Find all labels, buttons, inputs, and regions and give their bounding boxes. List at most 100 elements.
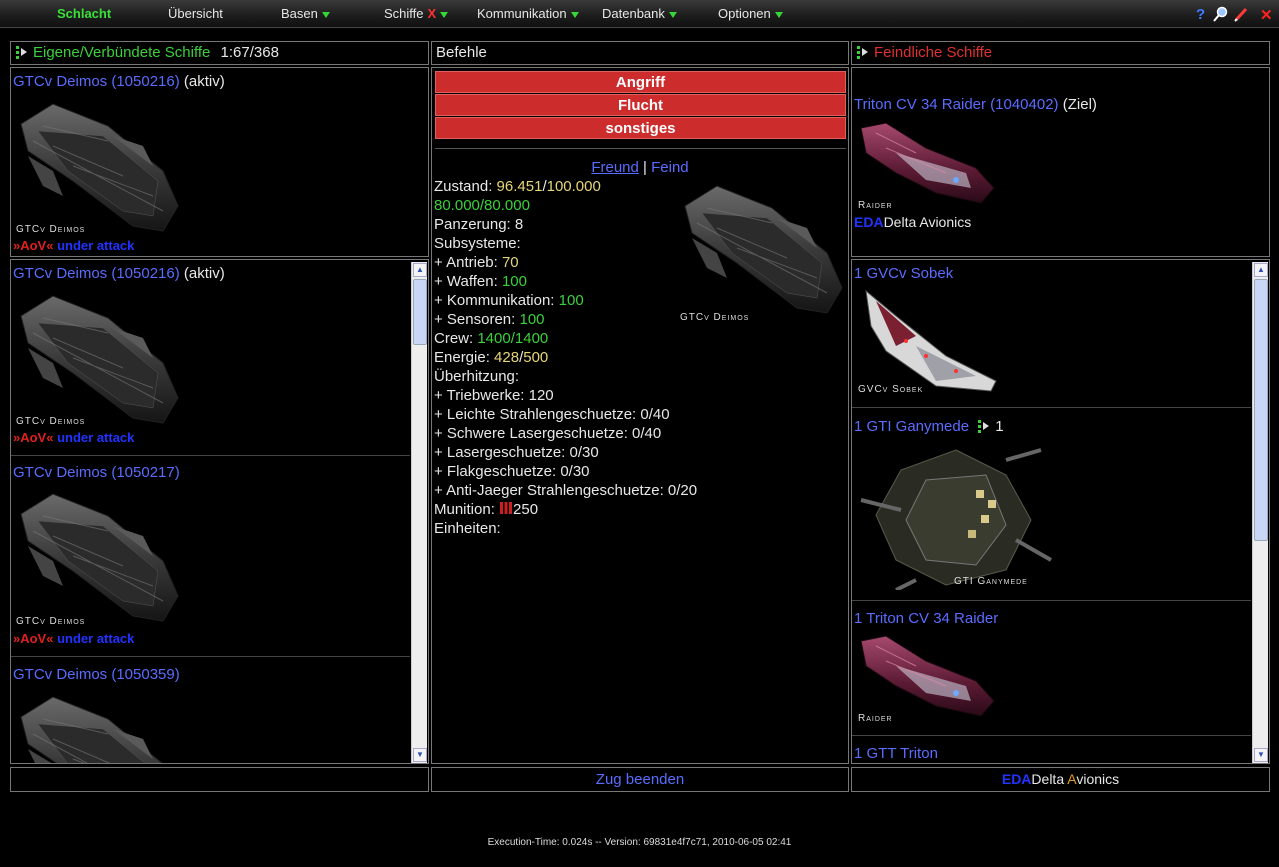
scroll-down-icon[interactable]: ▼ (413, 748, 427, 762)
ammo-icon (500, 502, 513, 514)
ship-link[interactable]: GTCv Deimos (1050217) (13, 464, 180, 481)
stat-value: 250 (513, 501, 539, 518)
stat-value: 96.451 (496, 178, 543, 195)
ship-caption: Raider (858, 200, 893, 211)
nav-datenbank[interactable]: Datenbank (602, 6, 677, 21)
scroll-up-icon[interactable]: ▲ (413, 263, 427, 277)
expand-arrow-icon[interactable] (856, 45, 870, 59)
alliance-tag: EDA (1001, 771, 1032, 787)
ship-link[interactable]: GTCv Deimos (1050359) (13, 666, 180, 683)
orders-panel: Angriff Flucht sonstiges Freund | Feind … (431, 67, 849, 764)
nav-schiffe[interactable]: Schiffe X (384, 6, 449, 21)
ship-link[interactable]: 1 GTI Ganymede (854, 418, 969, 435)
aov-tag: »AoV« (13, 631, 54, 646)
end-turn-link[interactable]: Zug beenden (596, 771, 684, 788)
ship-link[interactable]: 1 GVCv Sobek (854, 265, 953, 282)
aov-text: under attack (57, 238, 135, 253)
stat-label: + Antrieb: (434, 254, 498, 271)
ship-link[interactable]: GTCv Deimos (1050216) (13, 265, 180, 282)
active-ship-panel: GTCv Deimos (1050216) (aktiv) GTCv Deimo… (10, 67, 429, 257)
dropdown-arrow-icon (321, 11, 330, 18)
aov-text: under attack (57, 631, 135, 646)
aov-tag: »AoV« (13, 430, 54, 445)
dropdown-arrow-icon (570, 11, 579, 18)
stat-kommunikation: + Kommunikation: 100 (434, 292, 584, 309)
nav-schlacht[interactable]: Schlacht (57, 6, 111, 21)
top-navigation-bar: Schlacht Übersicht Basen Schiffe X Kommun… (0, 0, 1279, 28)
scroll-up-icon[interactable]: ▲ (1254, 263, 1268, 277)
ship-count: 1 (995, 418, 1004, 435)
ship-link[interactable]: 1 GTT Triton (854, 745, 938, 762)
dropdown-arrow-icon (440, 11, 449, 18)
scroll-thumb[interactable] (1254, 279, 1268, 541)
ship-caption: GTCv Deimos (16, 224, 86, 235)
ship-image (856, 440, 1056, 590)
expand-arrow-icon[interactable] (977, 419, 991, 433)
active-ship-status: (aktiv) (183, 73, 225, 90)
stat-value: 70 (501, 254, 519, 271)
enemy-list-scrollbar[interactable]: ▲ ▼ (1252, 262, 1268, 763)
list-item: GTCv Deimos (1050359) (11, 657, 428, 764)
aov-status: »AoV« under attack (13, 238, 134, 253)
own-ships-title: Eigene/Verbündete Schiffe (33, 44, 211, 61)
ship-image (13, 486, 183, 626)
stat-triebwerke: + Triebwerke: 120 (434, 387, 554, 404)
aov-text: under attack (57, 430, 135, 445)
enemy-ships-list[interactable]: 1 GVCv Sobek GVCv Sobek 1 GTI Ganymede 1… (851, 259, 1270, 764)
aov-tag: »AoV« (13, 238, 54, 253)
scroll-down-icon[interactable]: ▼ (1254, 748, 1268, 762)
own-list-scrollbar[interactable]: ▲ ▼ (411, 262, 427, 763)
alliance-name-rest: vionics (1076, 771, 1120, 787)
nav-optionen-label: Optionen (718, 6, 771, 21)
stat-panzerung: Panzerung: 8 (434, 216, 524, 233)
scroll-thumb[interactable] (413, 279, 427, 345)
logout-icon[interactable]: ✕ (1260, 6, 1273, 24)
ship-caption: Raider (858, 713, 893, 724)
search-icon[interactable] (1213, 6, 1229, 26)
ship-image (856, 631, 996, 721)
foe-link[interactable]: Feind (651, 159, 689, 176)
list-item: GTCv Deimos (1050216) (aktiv) GTCv Deimo… (11, 260, 428, 455)
alliance-tag: EDA (854, 214, 884, 230)
enemy-alliance-panel: EDADelta Avionics (851, 767, 1270, 792)
nav-basen[interactable]: Basen (281, 6, 330, 21)
own-ships-list[interactable]: GTCv Deimos (1050216) (aktiv) GTCv Deimo… (10, 259, 429, 764)
list-item: GTCv Deimos (1050217) GTCv Deimos »AoV« … (11, 456, 428, 656)
attack-button[interactable]: Angriff (435, 71, 846, 93)
help-icon[interactable]: ? (1196, 6, 1205, 23)
other-button[interactable]: sonstiges (435, 117, 846, 139)
nav-uebersicht[interactable]: Übersicht (168, 6, 223, 21)
ship-image (677, 178, 847, 318)
stat-crew: Crew: 1400/1400 (434, 330, 548, 347)
active-ship-link[interactable]: GTCv Deimos (1050216) (13, 73, 180, 90)
target-ship-link[interactable]: Triton CV 34 Raider (1040402) (854, 96, 1059, 113)
edit-icon[interactable] (1234, 6, 1248, 26)
schiffe-alert-icon: X (427, 6, 437, 21)
nav-schiffe-label: Schiffe (384, 6, 424, 21)
nav-datenbank-label: Datenbank (602, 6, 665, 21)
stat-waffen: + Waffen: 100 (434, 273, 527, 290)
expand-arrow-icon[interactable] (15, 45, 29, 59)
ship-caption: GTI Ganymede (954, 576, 1028, 587)
dropdown-arrow-icon (774, 11, 783, 18)
stat-flak: + Flakgeschuetze: 0/30 (434, 463, 590, 480)
ship-image (856, 286, 1006, 396)
target-ship-panel: Triton CV 34 Raider (1040402) (Ziel) Rai… (851, 67, 1270, 257)
flee-button[interactable]: Flucht (435, 94, 846, 116)
divider (435, 148, 846, 149)
stat-leichte: + Leichte Strahlengeschuetze: 0/40 (434, 406, 670, 423)
orders-header: Befehle (431, 41, 849, 65)
alliance-label[interactable]: EDADelta Avionics (854, 214, 971, 230)
stat-value: 428 (494, 349, 520, 366)
list-item: 1 GTT Triton (852, 736, 1269, 763)
stat-einheiten: Einheiten: (434, 520, 501, 537)
nav-kommunikation[interactable]: Kommunikation (477, 6, 579, 21)
stat-value: 100 (519, 311, 545, 328)
nav-optionen[interactable]: Optionen (718, 6, 783, 21)
nav-kommunikation-label: Kommunikation (477, 6, 567, 21)
target-ship-status: (Ziel) (1062, 96, 1097, 113)
friend-link[interactable]: Freund (591, 159, 639, 176)
stat-shield: 80.000/80.000 (434, 197, 530, 214)
stat-label: Zustand: (434, 178, 493, 195)
ship-link[interactable]: 1 Triton CV 34 Raider (854, 610, 998, 627)
